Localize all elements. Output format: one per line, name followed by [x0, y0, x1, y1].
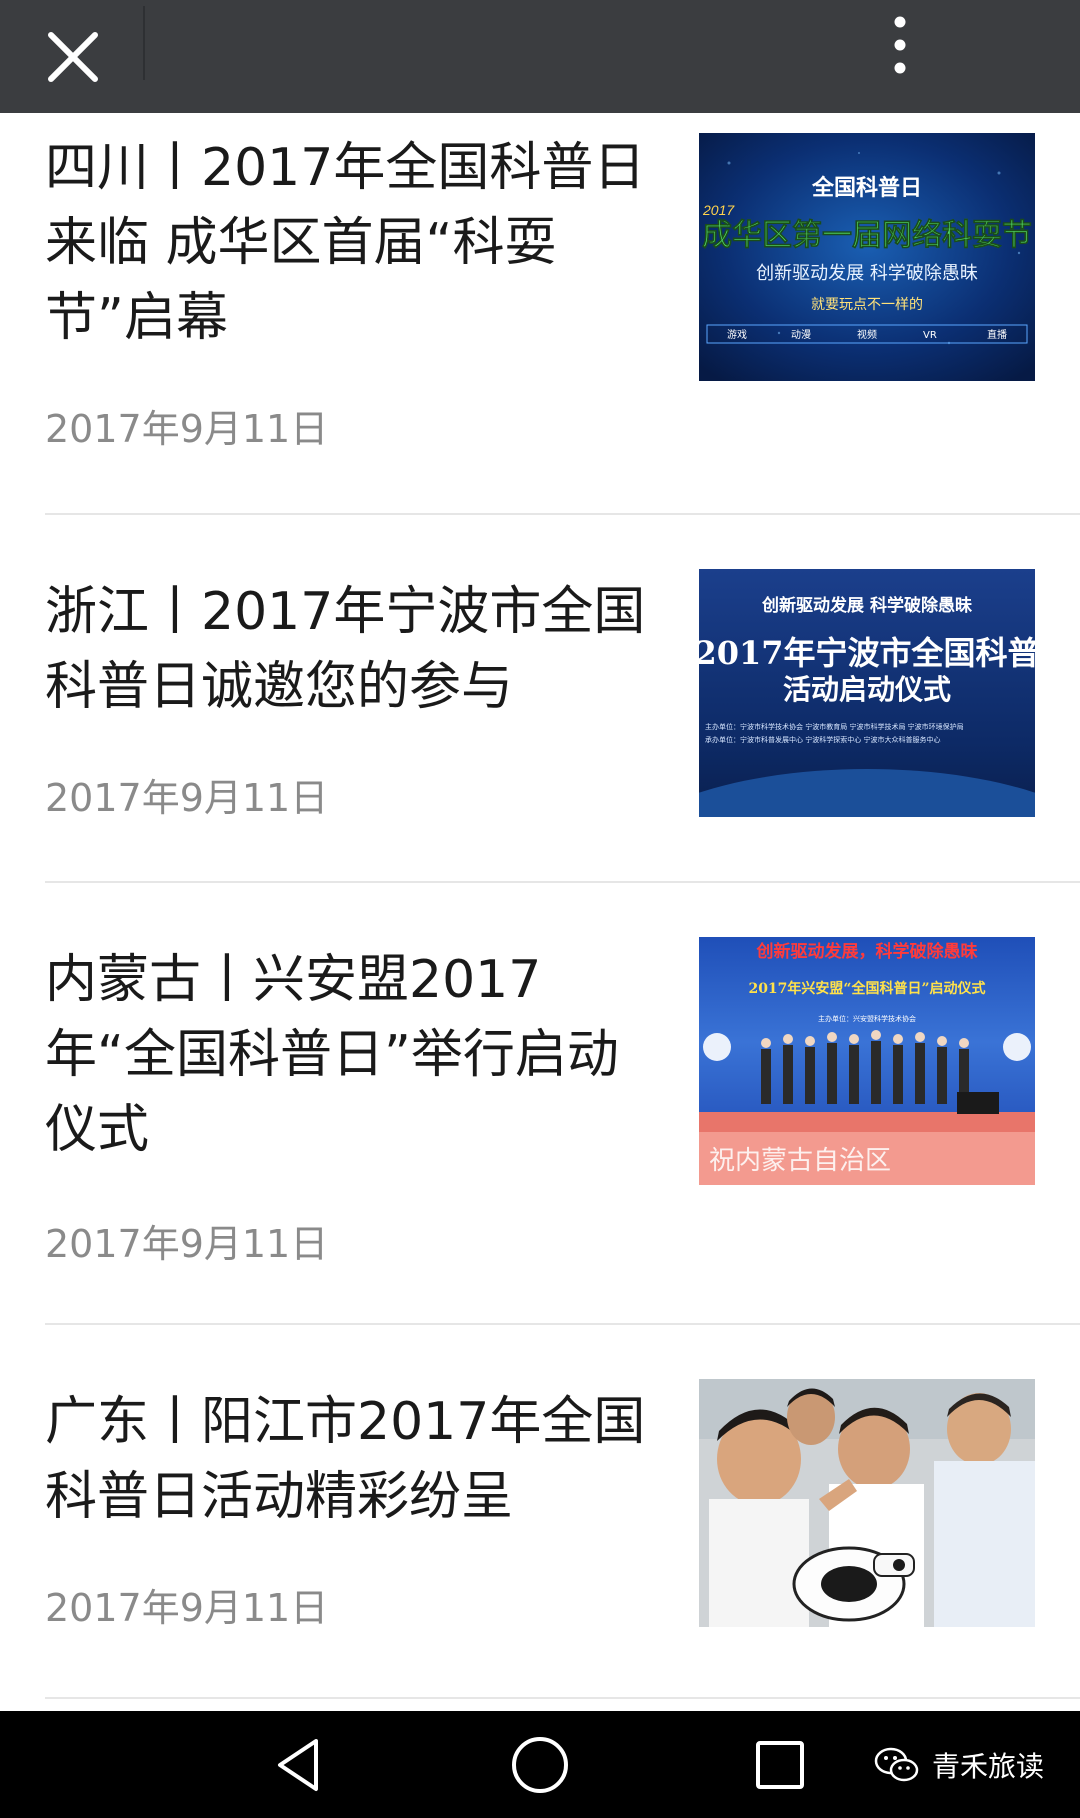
thumb-line3: 创新驱动发展 科学破除愚昧 — [756, 263, 978, 284]
divider — [45, 1697, 1080, 1699]
thumb-line1: 创新驱动发展，科学破除愚昧 — [756, 941, 979, 962]
watermark-text: 青禾旅读 — [931, 1750, 1044, 1783]
recents-button[interactable] — [740, 1729, 820, 1801]
article-date: 2017年9月11日 — [45, 1586, 329, 1630]
more-vertical-icon — [894, 16, 906, 74]
recents-square-icon — [756, 1741, 804, 1789]
children-with-robot-photo — [699, 1379, 1035, 1627]
thumb-tab: 视频 — [857, 328, 877, 341]
thumb-line4: 就要玩点不一样的 — [811, 297, 923, 313]
back-triangle-icon — [278, 1739, 318, 1791]
more-options-button[interactable] — [870, 10, 930, 80]
article-thumbnail[interactable]: 创新驱动发展 科学破除愚昧 2017年宁波市全国科普 活动启动仪式 主办单位：宁… — [699, 569, 1035, 817]
article-title[interactable]: 广东丨阳江市2017年全国科普日活动精彩纷呈 — [45, 1385, 665, 1535]
thumb-line5: 承办单位：宁波市科普发展中心 宁波科学探索中心 宁波市大众科普服务中心 — [705, 735, 940, 744]
close-icon — [48, 32, 98, 82]
article-thumbnail[interactable] — [699, 1379, 1035, 1627]
thumb-line1: 全国科普日 — [811, 175, 922, 201]
thumb-line1: 创新驱动发展 科学破除愚昧 — [761, 595, 973, 616]
article-date: 2017年9月11日 — [45, 1222, 329, 1266]
thumb-tab: 游戏 — [727, 328, 747, 341]
thumb-line2: 成华区第一届网络科耍节 — [702, 218, 1032, 253]
navigation-bar: 青禾旅读 — [0, 1711, 1080, 1818]
home-circle-icon — [512, 1737, 568, 1793]
article-date: 2017年9月11日 — [45, 407, 329, 451]
article-title[interactable]: 浙江丨2017年宁波市全国科普日诚邀您的参与 — [45, 575, 665, 725]
article-thumbnail[interactable]: 2017 全国科普日 成华区第一届网络科耍节 创新驱动发展 科学破除愚昧 就要玩… — [699, 133, 1035, 381]
wechat-icon — [874, 1747, 919, 1782]
divider — [45, 513, 1080, 515]
watermark: 青禾旅读 — [874, 1739, 1044, 1791]
article-thumbnail[interactable]: 创新驱动发展，科学破除愚昧 2017年兴安盟“全国科普日”启动仪式 主办单位：兴… — [699, 937, 1035, 1185]
back-button[interactable] — [260, 1729, 340, 1801]
top-bar — [0, 0, 1080, 113]
article-title[interactable]: 四川丨2017年全国科普日来临 成华区首届“科耍节”启幕 — [45, 131, 665, 356]
thumb-line4: 主办单位：宁波市科学技术协会 宁波市教育局 宁波市科学技术局 宁波市环境保护局 — [705, 722, 964, 731]
thumb-tab: 动漫 — [791, 329, 811, 341]
home-button[interactable] — [500, 1729, 580, 1801]
article-title[interactable]: 内蒙古丨兴安盟2017年“全国科普日”举行启动仪式 — [45, 943, 665, 1168]
thumb-tab: 直播 — [987, 328, 1007, 341]
thumb-year: 2017 — [702, 202, 735, 218]
thumb-line2: 2017年宁波市全国科普 — [699, 634, 1035, 672]
thumb-tab: VR — [923, 330, 937, 341]
close-button[interactable] — [28, 12, 118, 102]
app-screen: 四川丨2017年全国科普日来临 成华区首届“科耍节”启幕 2017年9月11日 — [0, 0, 1080, 1818]
topbar-divider — [143, 6, 145, 80]
thumb-line3: 主办单位：兴安盟科学技术协会 — [818, 1014, 916, 1023]
thumb-line4: 祝内蒙古自治区 — [709, 1146, 891, 1176]
article-date: 2017年9月11日 — [45, 776, 329, 820]
divider — [45, 1323, 1080, 1325]
thumb-line2: 2017年兴安盟“全国科普日”启动仪式 — [748, 980, 985, 997]
thumb-line3: 活动启动仪式 — [783, 673, 951, 706]
divider — [45, 881, 1080, 883]
